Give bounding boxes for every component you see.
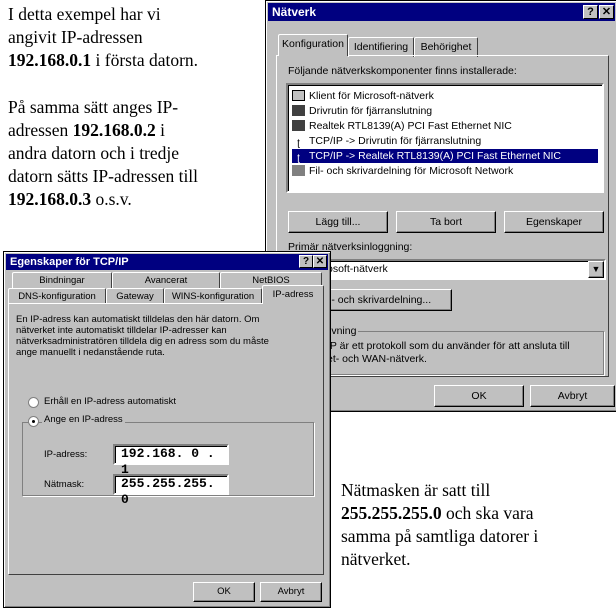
add-button[interactable]: Lägg till... xyxy=(288,211,388,233)
tab-gateway[interactable]: Gateway xyxy=(106,288,164,304)
protocol-icon: ʈ xyxy=(297,153,300,164)
close-icon[interactable]: ✕ xyxy=(313,255,327,268)
netmask-line-3: samma på samtliga datorer i xyxy=(341,526,539,546)
description-group: ivning IP är ett protokoll som du använd… xyxy=(322,325,604,375)
description-legend: ivning xyxy=(327,325,359,337)
netmask-line-4: nätverket. xyxy=(341,549,411,569)
primary-logon-select[interactable]: för Microsoft-nätverk ▼ xyxy=(286,259,606,280)
client-icon xyxy=(292,90,305,101)
same-way-line-1: På samma sätt anges IP- xyxy=(8,97,179,117)
tab-konfiguration[interactable]: Konfiguration xyxy=(278,34,348,56)
help-icon[interactable]: ? xyxy=(299,255,313,268)
ip-address-field[interactable]: 192.168. 0 . 1 xyxy=(113,444,229,477)
component-dialup-adapter[interactable]: Drivrutin för fjärranslutning xyxy=(292,104,598,118)
component-tcpip-dialup[interactable]: ʈ TCP/IP -> Drivrutin för fjärranslutning xyxy=(292,134,598,149)
description-line-1: IP är ett protokoll som du använder för … xyxy=(327,340,570,352)
subnet-mask-label: Nätmask: xyxy=(44,479,85,490)
radio-auto-ip[interactable] xyxy=(28,397,39,408)
same-way-line-3: andra datorn och i tredje xyxy=(8,143,180,163)
remove-button[interactable]: Ta bort xyxy=(396,211,496,233)
tab-dns-konfiguration[interactable]: DNS-konfiguration xyxy=(8,288,106,304)
file-sharing-button[interactable]: l- och skrivardelning... xyxy=(322,289,452,311)
tcpip-title: Egenskaper för TCP/IP xyxy=(10,256,129,268)
installed-label: Följande nätverkskomponenter finns insta… xyxy=(288,65,517,77)
properties-button[interactable]: Egenskaper xyxy=(504,211,604,233)
component-file-sharing[interactable]: Fil- och skrivardelning för Microsoft Ne… xyxy=(292,164,598,178)
intro-line-2: angivit IP-adressen xyxy=(8,27,143,47)
intro-line-3-rest: i första datorn. xyxy=(91,50,199,70)
radio-manual-ip[interactable] xyxy=(28,416,39,427)
description-line-2: et- och WAN-nätverk. xyxy=(327,353,427,365)
radio-auto-ip-label[interactable]: Erhåll en IP-adress automatiskt xyxy=(44,396,176,407)
info-text: En IP-adress kan automatiskt tilldelas d… xyxy=(16,314,269,358)
component-label: TCP/IP -> Realtek RTL8139(A) PCI Fast Et… xyxy=(309,150,561,162)
protocol-icon: ʈ xyxy=(297,138,300,149)
component-label: Drivrutin för fjärranslutning xyxy=(309,105,433,117)
adapter-icon xyxy=(292,105,305,116)
tab-avancerat[interactable]: Avancerat xyxy=(112,272,220,288)
info-line-4: ange manuellt i nedanstående ruta. xyxy=(16,347,165,358)
component-label: Realtek RTL8139(A) PCI Fast Ethernet NIC xyxy=(309,120,512,132)
info-line-1: En IP-adress kan automatiskt tilldelas d… xyxy=(16,314,260,325)
component-realtek-adapter[interactable]: Realtek RTL8139(A) PCI Fast Ethernet NIC xyxy=(292,119,598,133)
ip-address-3: 192.168.0.3 xyxy=(8,189,92,209)
same-way-line-2-rest: i xyxy=(155,120,166,140)
tcpip-ok-button[interactable]: OK xyxy=(193,582,255,602)
tab-bindningar[interactable]: Bindningar xyxy=(12,272,112,288)
tcpip-cancel-button[interactable]: Avbryt xyxy=(260,582,322,602)
component-client[interactable]: Klient för Microsoft-nätverk xyxy=(292,89,598,103)
subnet-mask-field[interactable]: 255.255.255. 0 xyxy=(113,474,229,507)
natverk-ok-button[interactable]: OK xyxy=(434,385,524,407)
intro-line-3: 192.168.0.1 i första datorn. xyxy=(8,49,258,72)
same-way-text: På samma sätt anges IP- adressen 192.168… xyxy=(8,96,268,211)
help-icon[interactable]: ? xyxy=(583,5,598,19)
component-label: Klient för Microsoft-nätverk xyxy=(309,90,434,102)
intro-line-1: I detta exempel har vi xyxy=(8,4,161,24)
chevron-down-icon[interactable]: ▼ xyxy=(588,261,604,278)
component-label: TCP/IP -> Drivrutin för fjärranslutning xyxy=(309,135,482,147)
same-way-line-2: adressen 192.168.0.2 i xyxy=(8,119,268,142)
ip-address-label: IP-adress: xyxy=(44,449,88,460)
tab-behorighet[interactable]: Behörighet xyxy=(414,37,478,57)
same-way-line-4: datorn sätts IP-adressen till xyxy=(8,166,199,186)
service-icon xyxy=(292,165,305,176)
tab-ip-adress[interactable]: IP-adress xyxy=(262,285,324,304)
components-list[interactable]: Klient för Microsoft-nätverk Drivrutin f… xyxy=(286,83,604,193)
tcpip-titlebar: Egenskaper för TCP/IP ? ✕ xyxy=(6,254,328,270)
component-label: Fil- och skrivardelning för Microsoft Ne… xyxy=(309,165,514,177)
netmask-line-1: Nätmasken är satt till xyxy=(341,480,491,500)
same-way-line-5: 192.168.0.3 o.s.v. xyxy=(8,188,268,211)
radio-manual-ip-label[interactable]: Ange en IP-adress xyxy=(42,414,125,425)
netmask-line-2: 255.255.255.0 och ska vara xyxy=(341,502,611,525)
info-line-3: nätverksadministratören tilldela dig en … xyxy=(16,336,269,347)
ip-address-1: 192.168.0.1 xyxy=(8,50,92,70)
tcpip-properties-dialog: Egenskaper för TCP/IP ? ✕ Bindningar Ava… xyxy=(3,251,331,608)
tab-wins-konfiguration[interactable]: WINS-konfiguration xyxy=(164,288,262,304)
adapter-icon xyxy=(292,120,305,131)
info-line-2: nätverket inte automatiskt tilldelar IP-… xyxy=(16,325,227,336)
natverk-titlebar: Nätverk ? ✕ xyxy=(268,3,615,21)
close-icon[interactable]: ✕ xyxy=(599,5,614,19)
component-tcpip-realtek[interactable]: ʈ TCP/IP -> Realtek RTL8139(A) PCI Fast E… xyxy=(292,149,598,164)
natverk-cancel-button[interactable]: Avbryt xyxy=(530,385,615,407)
same-way-line-2-pre: adressen xyxy=(8,120,73,140)
ip-address-2: 192.168.0.2 xyxy=(72,120,156,140)
intro-text: I detta exempel har vi angivit IP-adress… xyxy=(8,3,258,72)
netmask-text: Nätmasken är satt till 255.255.255.0 och… xyxy=(341,479,611,571)
netmask-value: 255.255.255.0 xyxy=(341,503,442,523)
same-way-line-5-rest: o.s.v. xyxy=(91,189,132,209)
tab-identifiering[interactable]: Identifiering xyxy=(348,37,414,57)
netmask-line-2-rest: och ska vara xyxy=(441,503,534,523)
natverk-title: Nätverk xyxy=(272,5,317,19)
